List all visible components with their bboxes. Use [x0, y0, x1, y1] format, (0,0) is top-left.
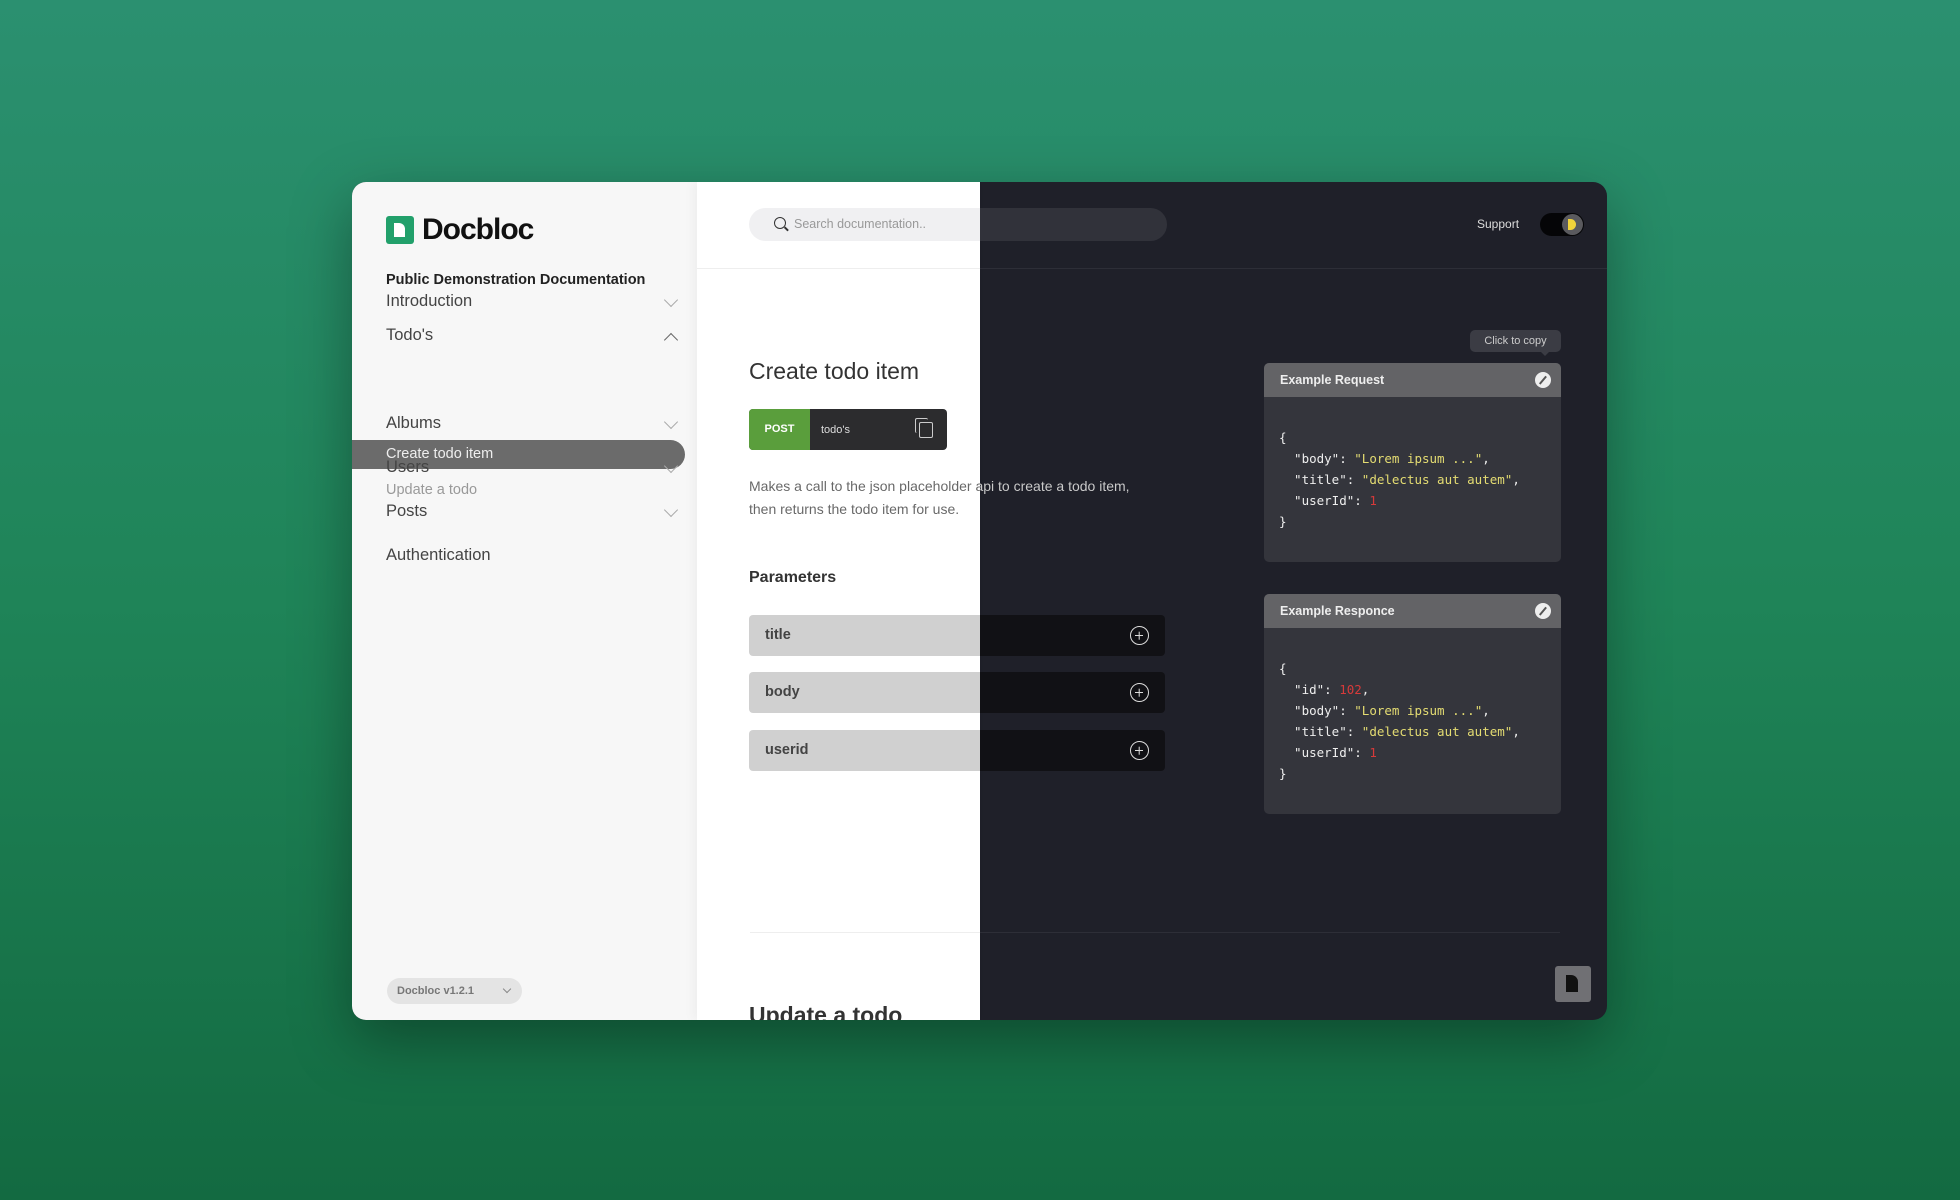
method-badge: POST [749, 409, 810, 450]
sidebar-item-introduction[interactable]: Introduction [386, 292, 679, 311]
card-title: Example Responce [1280, 604, 1395, 618]
sidebar-item-todos[interactable]: Todo's [386, 326, 679, 348]
app-window: Docbloc Public Demonstration Documentati… [352, 182, 1607, 1020]
copy-tooltip: Click to copy [1470, 330, 1561, 356]
chevron-down-icon [663, 502, 679, 518]
parameter-row[interactable]: userid [749, 730, 1165, 771]
header-divider [697, 268, 1607, 269]
sidebar-item-posts[interactable]: Posts [386, 502, 679, 521]
parameters-heading: Parameters [749, 569, 837, 586]
section-description: Makes a call to the json placeholder api… [749, 475, 1149, 521]
request-code: { "body": "Lorem ipsum ...", "title": "d… [1279, 430, 1520, 529]
sidebar-item-authentication[interactable]: Authentication [386, 546, 676, 565]
edit-icon[interactable] [1535, 372, 1551, 388]
main-light-pane [697, 182, 980, 1020]
sidebar-item-users[interactable]: Users [386, 458, 679, 477]
plus-circle-icon[interactable] [1130, 626, 1149, 645]
docs-subtitle: Public Demonstration Documentation [386, 272, 646, 288]
example-request-card[interactable]: Example Request { "body": "Lorem ipsum .… [1264, 363, 1561, 562]
endpoint-bar: POST todo's [749, 409, 947, 450]
sidebar: Docbloc Public Demonstration Documentati… [352, 182, 697, 1020]
logo[interactable]: Docbloc [386, 213, 534, 247]
plus-circle-icon[interactable] [1130, 683, 1149, 702]
plus-circle-icon[interactable] [1130, 741, 1149, 760]
parameter-row[interactable]: body [749, 672, 1165, 713]
parameter-row[interactable]: title [749, 615, 1165, 656]
endpoint-route: todo's [821, 423, 851, 436]
search-input[interactable]: Search documentation.. [749, 208, 1167, 241]
chevron-up-icon [663, 332, 679, 348]
sidebar-item-albums[interactable]: Albums [386, 414, 679, 433]
version-select[interactable]: Docbloc v1.2.1 [387, 978, 522, 1004]
section-divider [750, 932, 1560, 933]
chevron-down-icon [663, 414, 679, 430]
edit-icon[interactable] [1535, 603, 1551, 619]
section-title: Create todo item [749, 358, 920, 384]
support-link[interactable]: Support [1477, 217, 1519, 231]
response-code: { "id": 102, "body": "Lorem ipsum ...", … [1279, 661, 1520, 781]
logo-icon [386, 216, 414, 244]
search-icon [774, 217, 786, 229]
chevron-down-icon [663, 292, 679, 308]
chevron-down-icon [502, 984, 512, 994]
docbloc-logo-button[interactable] [1555, 966, 1591, 1002]
chevron-down-icon [663, 458, 679, 474]
sidebar-subitem-update-todo[interactable]: Update a todo [386, 482, 477, 498]
next-section-title: Update a todo [749, 1002, 903, 1020]
theme-toggle[interactable] [1540, 213, 1584, 236]
card-title: Example Request [1280, 373, 1385, 387]
copy-icon[interactable] [915, 417, 933, 438]
moon-icon [1562, 214, 1583, 235]
example-response-card[interactable]: Example Responce { "id": 102, "body": "L… [1264, 594, 1561, 814]
